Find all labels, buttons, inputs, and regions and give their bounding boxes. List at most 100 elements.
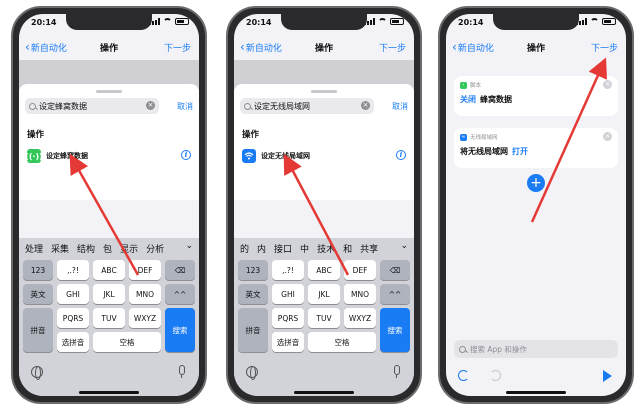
space-key[interactable]: 空格	[308, 332, 376, 352]
card-text: 蜂窝数据	[480, 95, 512, 104]
key-abc[interactable]: ABC	[308, 260, 340, 280]
status-time: 20:14	[458, 18, 484, 27]
cancel-button[interactable]: 取消	[177, 101, 193, 112]
chevron-down-icon[interactable]: ⌄	[185, 241, 193, 251]
key-tuv[interactable]: TUV	[308, 308, 340, 328]
key-select-pinyin[interactable]: 选拼音	[57, 332, 89, 352]
candidate-bar: 的 内 接口 中 技术 和 共享	[234, 238, 414, 258]
key-emoticon[interactable]: ^^	[380, 284, 410, 304]
candidate-word[interactable]: 中	[300, 242, 309, 255]
key-punct[interactable]: ,.?!	[57, 260, 89, 280]
battery-icon	[602, 18, 616, 25]
key-punct[interactable]: ,.?!	[272, 260, 304, 280]
key-123[interactable]: 123	[23, 260, 53, 280]
info-icon[interactable]: i	[396, 150, 406, 160]
card-category: ≈ 无线局域网	[460, 133, 498, 141]
notch	[66, 14, 152, 30]
key-select-pinyin[interactable]: 选拼音	[272, 332, 304, 352]
delete-key[interactable]: ⌫	[165, 260, 195, 280]
candidate-word[interactable]: 包	[103, 242, 112, 255]
sheet-grabber[interactable]	[311, 90, 337, 93]
next-button[interactable]: 下一步	[379, 41, 406, 54]
search-key[interactable]: 搜索	[380, 308, 410, 352]
editor-toolbar	[446, 368, 626, 390]
candidate-word[interactable]: 技术	[317, 242, 335, 255]
search-input[interactable]: 设定蜂窝数据 ×	[25, 98, 159, 114]
status-time: 20:14	[31, 18, 57, 27]
key-abc[interactable]: ABC	[93, 260, 125, 280]
candidate-word[interactable]: 结构	[77, 242, 95, 255]
next-button[interactable]: 下一步	[591, 41, 618, 54]
candidate-word[interactable]: 共享	[360, 242, 378, 255]
candidate-word[interactable]: 处理	[25, 242, 43, 255]
sheet-grabber[interactable]	[96, 90, 122, 93]
key-def[interactable]: DEF	[344, 260, 376, 280]
remove-icon[interactable]: ×	[603, 80, 612, 89]
microphone-icon[interactable]	[394, 365, 400, 378]
add-action-button[interactable]: +	[527, 174, 545, 192]
bottom-search-input[interactable]: 搜索 App 和操作	[454, 340, 618, 358]
candidate-word[interactable]: 显示	[120, 242, 138, 255]
key-pqrs[interactable]: PQRS	[57, 308, 89, 328]
cancel-button[interactable]: 取消	[392, 101, 408, 112]
key-pinyin[interactable]: 拼音	[238, 308, 268, 352]
key-jkl[interactable]: JKL	[93, 284, 125, 304]
action-result-row[interactable]: ((·)) 设定蜂窝数据 i	[25, 146, 191, 166]
candidate-word[interactable]: 内	[257, 242, 266, 255]
toggle-token[interactable]: 关闭	[460, 94, 476, 105]
microphone-icon[interactable]	[179, 365, 185, 378]
phone-frame-2: 20:14 ‹ 新自动化 操作 下一步 设定无线局域网 × 取消 操作 设定无线局	[226, 6, 422, 404]
section-title: 操作	[242, 130, 260, 140]
key-wxyz[interactable]: WXYZ	[129, 308, 161, 328]
globe-icon[interactable]	[31, 366, 43, 380]
play-icon[interactable]	[603, 370, 612, 382]
next-button[interactable]: 下一步	[164, 41, 191, 54]
key-pinyin[interactable]: 拼音	[23, 308, 53, 352]
key-english[interactable]: 英文	[238, 284, 268, 304]
script-icon: ›	[460, 81, 467, 89]
key-wxyz[interactable]: WXYZ	[344, 308, 376, 328]
action-card-wifi[interactable]: ≈ 无线局域网 × 将无线局域网 打开	[454, 128, 618, 168]
key-def[interactable]: DEF	[129, 260, 161, 280]
home-indicator	[294, 391, 354, 394]
key-ghi[interactable]: GHI	[57, 284, 89, 304]
phone-frame-3: 20:14 ‹ 新自动化 操作 下一步 › 脚本 × 关闭 蜂窝数据 ≈ 无线局域网 …	[438, 6, 634, 404]
key-ghi[interactable]: GHI	[272, 284, 304, 304]
candidate-word[interactable]: 接口	[274, 242, 292, 255]
section-title: 操作	[27, 130, 45, 140]
candidate-word[interactable]: 采集	[51, 242, 69, 255]
space-key[interactable]: 空格	[93, 332, 161, 352]
chevron-down-icon[interactable]: ⌄	[400, 241, 408, 251]
key-tuv[interactable]: TUV	[93, 308, 125, 328]
key-english[interactable]: 英文	[23, 284, 53, 304]
action-result-row[interactable]: 设定无线局域网 i	[242, 146, 406, 166]
key-mno[interactable]: MNO	[129, 284, 161, 304]
key-mno[interactable]: MNO	[344, 284, 376, 304]
key-123[interactable]: 123	[238, 260, 268, 280]
key-pqrs[interactable]: PQRS	[272, 308, 304, 328]
battery-icon	[175, 18, 189, 25]
info-icon[interactable]: i	[181, 150, 191, 160]
delete-icon: ⌫	[389, 265, 401, 275]
candidate-word[interactable]: 的	[240, 242, 249, 255]
nav-bar: ‹ 新自动化 操作 下一步	[19, 38, 199, 60]
undo-icon[interactable]	[458, 370, 469, 381]
nav-bar: ‹ 新自动化 操作 下一步	[446, 38, 626, 60]
card-category-label: 无线局域网	[470, 135, 498, 141]
home-indicator	[506, 391, 566, 394]
delete-key[interactable]: ⌫	[380, 260, 410, 280]
redo-icon[interactable]	[490, 370, 501, 381]
candidate-word[interactable]: 分析	[146, 242, 164, 255]
search-key[interactable]: 搜索	[165, 308, 195, 352]
clear-icon[interactable]: ×	[146, 101, 155, 110]
action-card-cellular[interactable]: › 脚本 × 关闭 蜂窝数据	[454, 76, 618, 116]
candidate-word[interactable]: 和	[343, 242, 352, 255]
key-emoticon[interactable]: ^^	[165, 284, 195, 304]
search-input[interactable]: 设定无线局域网 ×	[240, 98, 374, 114]
remove-icon[interactable]: ×	[603, 132, 612, 141]
clear-icon[interactable]: ×	[361, 101, 370, 110]
toggle-token[interactable]: 打开	[512, 146, 528, 157]
notch	[281, 14, 367, 30]
key-jkl[interactable]: JKL	[308, 284, 340, 304]
globe-icon[interactable]	[246, 366, 258, 380]
